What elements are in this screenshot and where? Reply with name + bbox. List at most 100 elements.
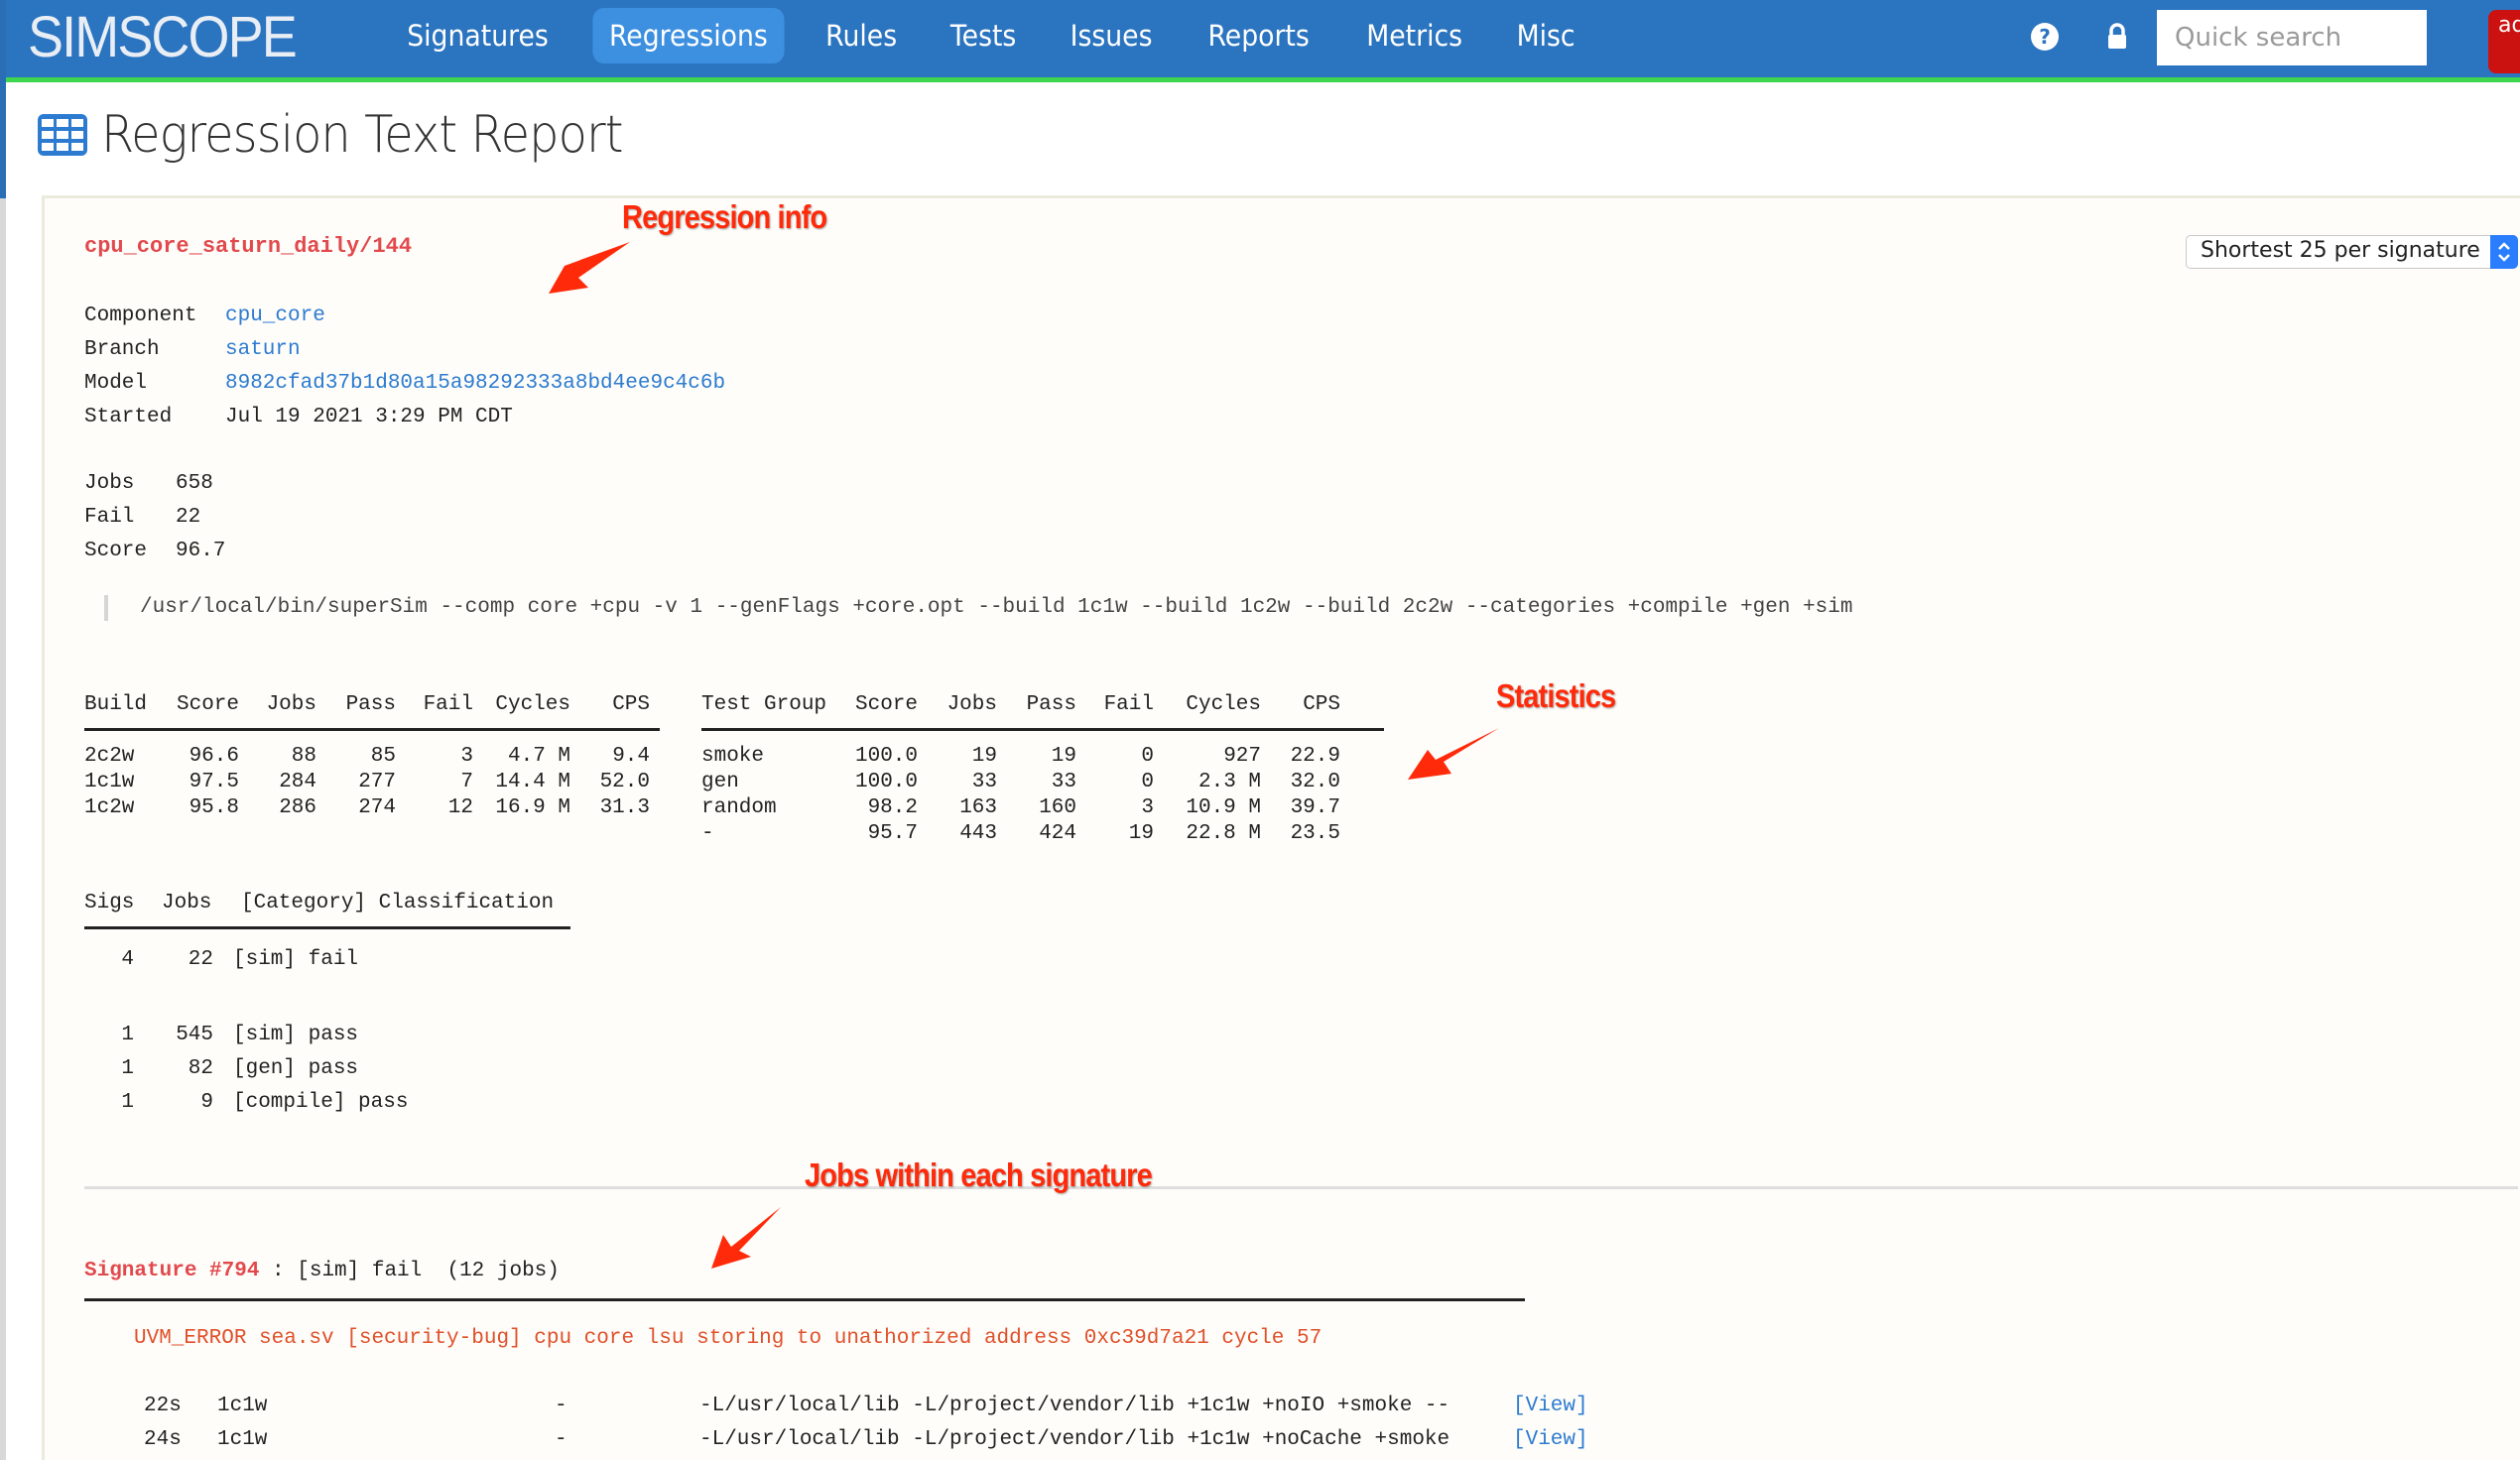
table-cell: 14.4 M [495,771,570,793]
table-cell: random [701,796,777,819]
select-chevron-icon [2490,235,2518,269]
component-link[interactable]: cpu_core [225,304,325,329]
table-cell: 443 [959,822,997,845]
table-cell: 286 [279,796,316,819]
annotation-arrow-icon [549,242,630,294]
table-header: Build Score Jobs Pass Fail Cycles CPS [84,693,650,716]
page-title-text: Regression Text Report [101,105,623,165]
branch-link[interactable]: saturn [225,337,301,363]
table-row: 4 22 [sim] fail [84,947,570,981]
table-cell: 100.0 [854,771,918,793]
table-row: 2c2w 96.6 88 85 3 4.7 M 9.4 [84,744,660,770]
table-cell: 4 [121,948,134,971]
table-cell: 22.9 [1290,745,1340,768]
signature-link[interactable]: Signature #794 [84,1260,259,1282]
help-icon[interactable]: ? [2030,22,2062,54]
summary-label-score: Score [84,540,148,562]
table-rule [84,926,570,929]
quick-search-input[interactable] [2157,10,2496,65]
table-cell: 3 [460,745,473,768]
info-label-branch: Branch [84,338,160,361]
table-cell: smoke [701,745,765,768]
annotation-regression-info: Regression info [622,198,827,235]
nav-tests[interactable]: Tests [934,8,1033,63]
table-cell: 4.7 M [507,745,570,768]
table-cell: 95.7 [867,822,918,845]
user-badge[interactable]: ad 1 [2488,10,2520,73]
table-cell: 1c2w [84,796,135,819]
nav-signatures[interactable]: Signatures [391,8,566,63]
table-cell: 22 [188,948,213,971]
table-cell: [sim] fail [233,948,359,971]
table-cell: 7 [460,771,473,793]
regression-name[interactable]: cpu_core_saturn_daily/144 [84,234,412,260]
summary-jobs: 658 [176,472,213,495]
brand-logo[interactable]: SIMSCOPE [28,8,298,67]
quick-search [2157,10,2520,65]
job-time: 22s [144,1395,182,1417]
info-label-started: Started [84,406,173,428]
table-cell: 33 [1051,771,1076,793]
job-args: -L/usr/local/lib -L/project/vendor/lib +… [699,1395,1450,1417]
started-value: Jul 19 2021 3:29 PM CDT [225,406,513,428]
annotation-arrow-icon [1408,728,1499,780]
table-cell: 1 [121,1091,134,1114]
table-cell: 424 [1039,822,1076,845]
command-line: /usr/local/bin/superSim --comp core +cpu… [140,596,1853,619]
job-seed: - [555,1428,567,1451]
job-seed: - [555,1395,567,1417]
table-rule [701,728,1384,731]
table-cell: 96.6 [189,745,239,768]
table-cell: [gen] pass [233,1057,359,1080]
view-job-link[interactable]: [View] [1513,1394,1588,1419]
jobs-filter-select[interactable]: Shortest 25 per signature [2186,235,2518,269]
nav-reports[interactable]: Reports [1192,8,1325,63]
annotation-jobs-within-signature: Jobs within each signature [805,1156,1153,1193]
table-cell: 98.2 [867,796,918,819]
main-nav: Signatures Regressions Rules Tests Issue… [383,8,1607,63]
navbar-accent-line [6,77,2520,82]
annotation-arrow-icon [711,1207,781,1269]
top-navbar: SIMSCOPE Signatures Regressions Rules Te… [6,0,2520,77]
test-group-table: Test Group Score Jobs Pass Fail Cycles C… [701,692,1384,847]
job-args: -L/usr/local/lib -L/project/vendor/lib +… [699,1428,1450,1451]
table-cell: 19 [1128,822,1154,845]
nav-misc[interactable]: Misc [1500,8,1591,63]
table-cell: 2c2w [84,745,135,768]
table-header: Sigs Jobs [Category] Classification [84,892,555,914]
table-cell: 85 [370,745,396,768]
table-rule [84,728,660,731]
signature-error-message: UVM_ERROR sea.sv [security-bug] cpu core… [134,1327,1323,1350]
annotation-statistics: Statistics [1496,677,1616,714]
table-cell: 22.8 M [1186,822,1261,845]
model-link[interactable]: 8982cfad37b1d80a15a98292333a8bd4ee9c4c6b [225,371,725,397]
table-icon [38,114,87,156]
table-cell: gen [701,771,739,793]
signature-header: Signature #794 : [sim] fail (12 jobs) [84,1260,560,1282]
classification-table: Sigs Jobs [Category] Classification 4 22 [… [84,891,570,1124]
table-cell: 284 [279,771,316,793]
nav-rules[interactable]: Rules [809,8,913,63]
table-cell: [sim] pass [233,1024,359,1046]
table-cell: 23.5 [1290,822,1340,845]
table-cell: 82 [188,1057,213,1080]
table-row: 1c2w 95.8 286 274 12 16.9 M 31.3 [84,795,660,821]
table-cell: 32.0 [1290,771,1340,793]
table-cell: 39.7 [1290,796,1340,819]
section-divider [84,1186,2518,1189]
view-job-link[interactable]: [View] [1513,1427,1588,1453]
table-cell: 97.5 [189,771,239,793]
table-cell: 2.3 M [1197,771,1261,793]
info-label-model: Model [84,372,148,395]
table-cell: 10.9 M [1186,796,1261,819]
table-header: Test Group Score Jobs Pass Fail Cycles C… [701,693,1340,716]
table-row: 1 9 [compile] pass [84,1090,570,1124]
page-title: Regression Text Report [38,105,668,165]
nav-regressions[interactable]: Regressions [592,8,785,63]
table-cell: [compile] pass [233,1091,409,1114]
nav-metrics[interactable]: Metrics [1349,8,1478,63]
table-cell: 19 [1051,745,1076,768]
nav-issues[interactable]: Issues [1054,8,1169,63]
table-cell: 3 [1141,796,1154,819]
lock-icon[interactable] [2105,22,2137,54]
